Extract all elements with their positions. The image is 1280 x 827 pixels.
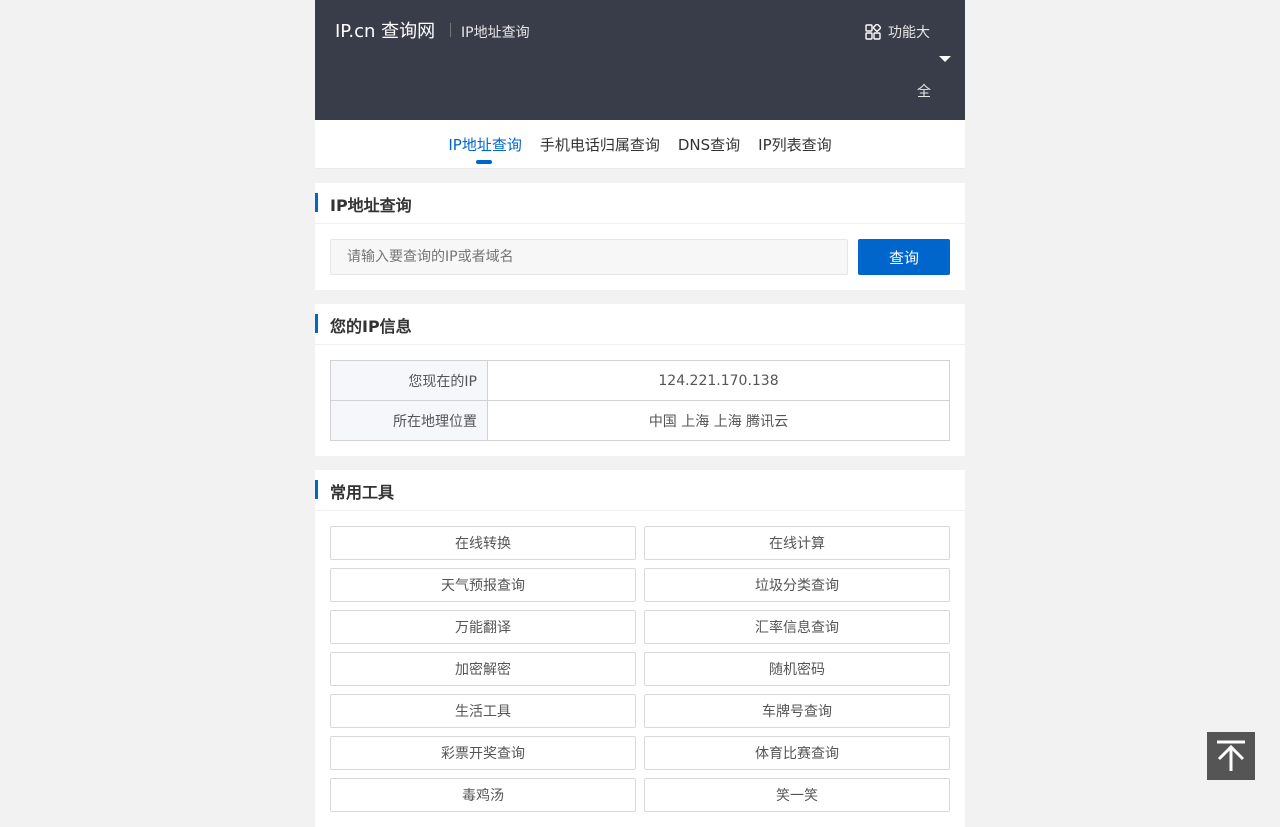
logo-divider bbox=[450, 23, 451, 37]
tool-link[interactable]: 垃圾分类查询 bbox=[644, 568, 950, 602]
tools-grid: 在线转换 在线计算 天气预报查询 垃圾分类查询 万能翻译 汇率信息查询 加密解密… bbox=[330, 526, 950, 812]
ip-info-table: 您现在的IP 124.221.170.138 所在地理位置 中国 上海 上海 腾… bbox=[330, 360, 950, 441]
table-row: 您现在的IP 124.221.170.138 bbox=[330, 360, 950, 401]
tool-link[interactable]: 在线计算 bbox=[644, 526, 950, 560]
tool-link[interactable]: 在线转换 bbox=[330, 526, 636, 560]
site-logo[interactable]: IP.cn 查询网 bbox=[335, 17, 435, 43]
grid-icon bbox=[865, 24, 881, 40]
tool-link[interactable]: 体育比赛查询 bbox=[644, 736, 950, 770]
tool-link[interactable]: 车牌号查询 bbox=[644, 694, 950, 728]
feature-menu-button[interactable]: 功能大 bbox=[865, 22, 930, 42]
ip-info-card-title: 您的IP信息 bbox=[330, 317, 412, 336]
tool-link[interactable]: 随机密码 bbox=[644, 652, 950, 686]
tool-link[interactable]: 加密解密 bbox=[330, 652, 636, 686]
feature-menu-label-tail[interactable]: 全 bbox=[917, 81, 931, 101]
tools-card-title: 常用工具 bbox=[330, 483, 395, 502]
feature-menu-label: 功能大 bbox=[888, 25, 930, 41]
search-card: IP地址查询 查询 bbox=[315, 183, 965, 290]
arrow-up-to-line-icon bbox=[1217, 740, 1245, 771]
section-accent-bar bbox=[315, 480, 318, 499]
site-header: IP.cn 查询网 IP地址查询 功能大 全 bbox=[315, 0, 965, 120]
search-button[interactable]: 查询 bbox=[858, 239, 950, 275]
section-accent-bar bbox=[315, 314, 318, 333]
tool-link[interactable]: 毒鸡汤 bbox=[330, 778, 636, 812]
search-card-title: IP地址查询 bbox=[330, 196, 412, 215]
tool-link[interactable]: 万能翻译 bbox=[330, 610, 636, 644]
tab-dns-lookup[interactable]: DNS查询 bbox=[678, 120, 740, 154]
tools-card: 常用工具 在线转换 在线计算 天气预报查询 垃圾分类查询 万能翻译 汇率信息查询… bbox=[315, 470, 965, 827]
ip-label: 您现在的IP bbox=[330, 360, 488, 401]
search-card-header: IP地址查询 bbox=[315, 183, 965, 224]
tool-link[interactable]: 天气预报查询 bbox=[330, 568, 636, 602]
nav-tabs: IP地址查询 手机电话归属查询 DNS查询 IP列表查询 bbox=[315, 120, 965, 169]
tab-ip-list[interactable]: IP列表查询 bbox=[758, 120, 831, 154]
back-to-top-button[interactable] bbox=[1207, 732, 1255, 780]
page-container: IP.cn 查询网 IP地址查询 功能大 全 IP地址查询 手机电话归属查询 D… bbox=[315, 0, 965, 827]
tool-link[interactable]: 笑一笑 bbox=[644, 778, 950, 812]
tab-ip-lookup[interactable]: IP地址查询 bbox=[448, 120, 522, 164]
ip-value: 124.221.170.138 bbox=[487, 360, 950, 401]
tools-card-header: 常用工具 bbox=[315, 470, 965, 511]
table-row: 所在地理位置 中国 上海 上海 腾讯云 bbox=[330, 400, 950, 441]
page-subtitle: IP地址查询 bbox=[461, 25, 530, 41]
ip-info-card: 您的IP信息 您现在的IP 124.221.170.138 所在地理位置 中国 … bbox=[315, 304, 965, 456]
tab-phone-lookup[interactable]: 手机电话归属查询 bbox=[540, 120, 660, 154]
tool-link[interactable]: 彩票开奖查询 bbox=[330, 736, 636, 770]
search-row: 查询 bbox=[330, 239, 950, 275]
tool-link[interactable]: 生活工具 bbox=[330, 694, 636, 728]
location-label: 所在地理位置 bbox=[330, 400, 488, 441]
caret-down-icon[interactable] bbox=[939, 56, 951, 62]
search-input[interactable] bbox=[330, 239, 848, 275]
tool-link[interactable]: 汇率信息查询 bbox=[644, 610, 950, 644]
ip-info-card-header: 您的IP信息 bbox=[315, 304, 965, 345]
location-value: 中国 上海 上海 腾讯云 bbox=[487, 400, 950, 441]
section-accent-bar bbox=[315, 193, 318, 212]
